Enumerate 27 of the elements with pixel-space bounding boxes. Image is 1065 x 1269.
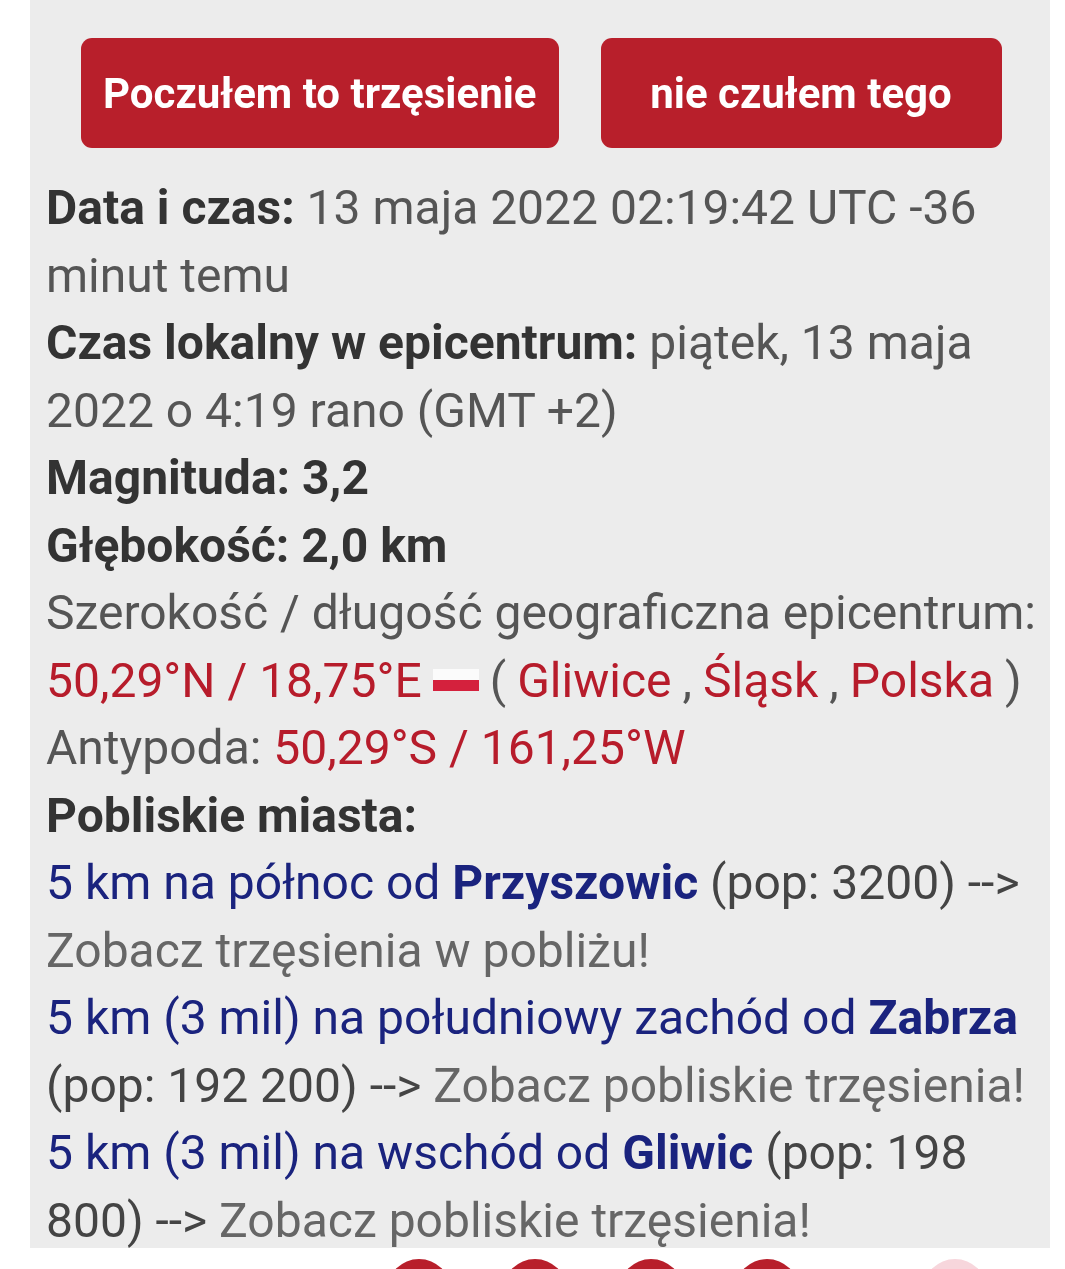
nearby-city-text: 5 km na północ od Przyszowic (pop: 3200) --> Zobacz trzęsienia w pobliżu! <box>46 853 1021 981</box>
nearby-title: Pobliskie miasta: <box>46 785 419 846</box>
city-link[interactable]: 5 km (3 mil) na wschód od Gliwic <box>46 1124 754 1181</box>
nearby-quakes-link[interactable]: Zobacz pobliskie trzęsienia! <box>219 1191 811 1248</box>
flag-icon <box>432 669 479 692</box>
coordinates-value: 50,29°N / 18,75°E <box>46 650 422 711</box>
city-link[interactable]: 5 km na północ od Przyszowic <box>46 854 699 911</box>
felt-button[interactable]: Poczułem to trzęsienie <box>81 38 559 148</box>
nearby-city-text: 5 km (3 mil) na południowy zachód od Zabrza (pop: 192 200) --> Zobacz pobliskie trzęsienia! <box>46 988 1026 1116</box>
antipode-value: 50,29°S / 161,25°W <box>273 719 686 776</box>
place-link[interactable]: Polska <box>849 646 995 714</box>
comma-text: , <box>829 650 839 711</box>
depth-text: Głębokość: 2,0 km <box>46 515 449 576</box>
city-link[interactable]: 5 km (3 mil) na południowy zachód od Zabrza <box>46 989 1018 1046</box>
place-link[interactable]: Gliwice <box>517 646 672 714</box>
felt-button[interactable]: nie czułem tego <box>600 38 1002 148</box>
coordinates-label: Szerokość / długość geograficzna epicentrum: <box>46 583 1037 643</box>
antipode-text: Antypoda: 50,29°S / 161,25°W <box>46 718 687 778</box>
paren-text: ( <box>489 650 507 711</box>
nearby-quakes-link[interactable]: Zobacz trzęsienia w pobliżu! <box>46 921 650 979</box>
paren-text: ) <box>1005 650 1022 711</box>
place-link[interactable]: Śląsk <box>702 646 819 714</box>
local-time-text: Czas lokalny w epicentrum: piątek, 13 maja 2022 o 4:19 rano (GMT +2) <box>46 313 974 441</box>
nearby-quakes-link[interactable]: Zobacz pobliskie trzęsienia! <box>433 1056 1025 1114</box>
nearby-city-text: 5 km (3 mil) na wschód od Gliwic (pop: 198 800) --> Zobacz pobliskie trzęsienia! <box>46 1123 969 1248</box>
comma-text: , <box>682 650 692 711</box>
magnitude-text: Magnituda: 3,2 <box>46 448 370 508</box>
